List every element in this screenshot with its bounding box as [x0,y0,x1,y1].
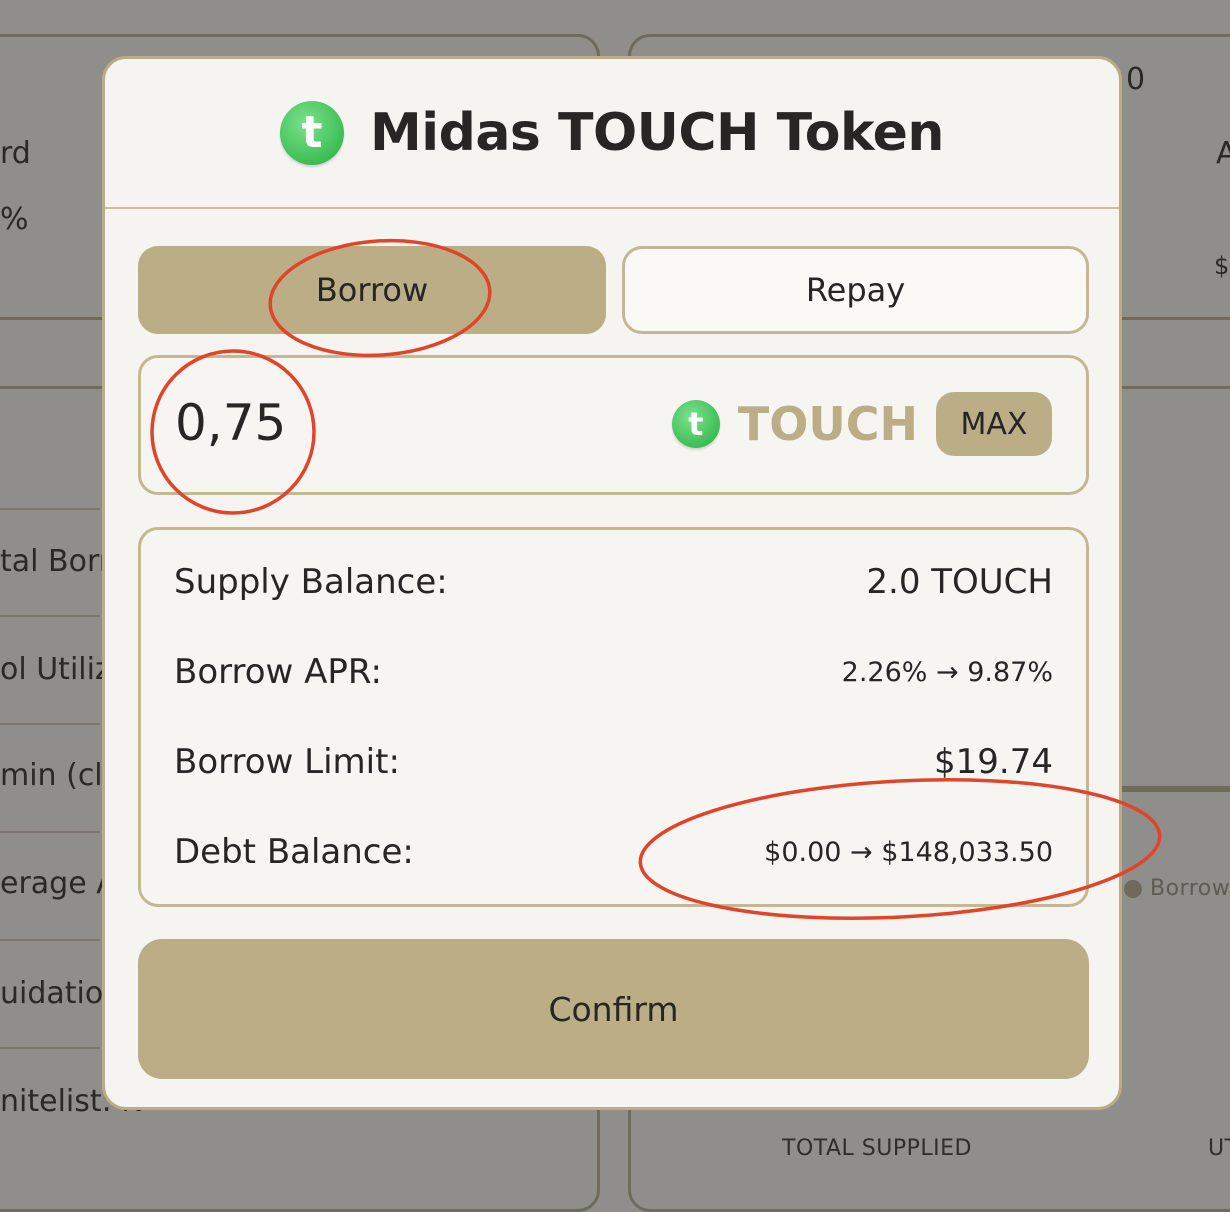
background-total-supplied: TOTAL SUPPLIED [782,1136,972,1161]
touch-token-icon: t [280,101,345,165]
background-fragment: rd [0,136,31,171]
token-symbol: TOUCH [737,397,918,451]
amount-token: t TOUCH MAX [671,392,1052,456]
stat-label: Debt Balance: [174,832,414,872]
confirm-button[interactable]: Confirm [138,939,1089,1079]
background-fragment: % [0,202,29,237]
background-divider [0,615,100,617]
stat-value: $19.74 [934,742,1053,782]
background-divider [0,939,100,941]
legend-dot [1124,880,1142,898]
tab-repay[interactable]: Repay [622,246,1089,334]
background-fragment: erage A [0,866,117,901]
background-fragment: uidatio [0,976,104,1011]
touch-token-icon: t [671,400,720,448]
background-fragment: min (cl [0,758,103,793]
stat-row-borrow-apr: Borrow APR: 2.26% → 9.87% [174,642,1053,702]
background-fragment: A [1216,136,1230,171]
stat-label: Supply Balance: [174,562,448,602]
stat-row-borrow-limit: Borrow Limit: $19.74 [174,732,1053,792]
max-button[interactable]: MAX [936,392,1052,456]
stat-row-debt-balance: Debt Balance: $0.00 → $148,033.50 [174,822,1053,882]
background-divider [0,1047,100,1049]
stats-panel: Supply Balance: 2.0 TOUCH Borrow APR: 2.… [138,527,1089,907]
stat-value: 2.0 TOUCH [866,562,1053,602]
modal-header: t Midas TOUCH Token [105,59,1119,209]
stat-label: Borrow APR: [174,652,382,692]
stat-label: Borrow Limit: [174,742,400,782]
background-divider [0,508,100,510]
background-divider [0,723,100,725]
background-chart-line [1122,786,1230,792]
stat-value: $0.00 → $148,033.50 [764,836,1053,868]
background-fragment: $ [1214,252,1230,280]
modal-title: Midas TOUCH Token [370,103,944,163]
background-fragment: 0 [1126,62,1146,97]
background-ut-label: UT [1208,1136,1230,1161]
background-divider [0,831,100,833]
amount-input-box[interactable]: 0,75 t TOUCH MAX [138,355,1089,495]
tab-borrow[interactable]: Borrow [138,246,606,334]
stat-value: 2.26% → 9.87% [841,656,1053,688]
stat-row-supply-balance: Supply Balance: 2.0 TOUCH [174,552,1053,612]
borrow-modal: t Midas TOUCH Token Borrow Repay 0,75 t … [102,56,1122,1110]
amount-input[interactable]: 0,75 [175,394,286,452]
background-legend-label: Borrow [1150,876,1230,901]
